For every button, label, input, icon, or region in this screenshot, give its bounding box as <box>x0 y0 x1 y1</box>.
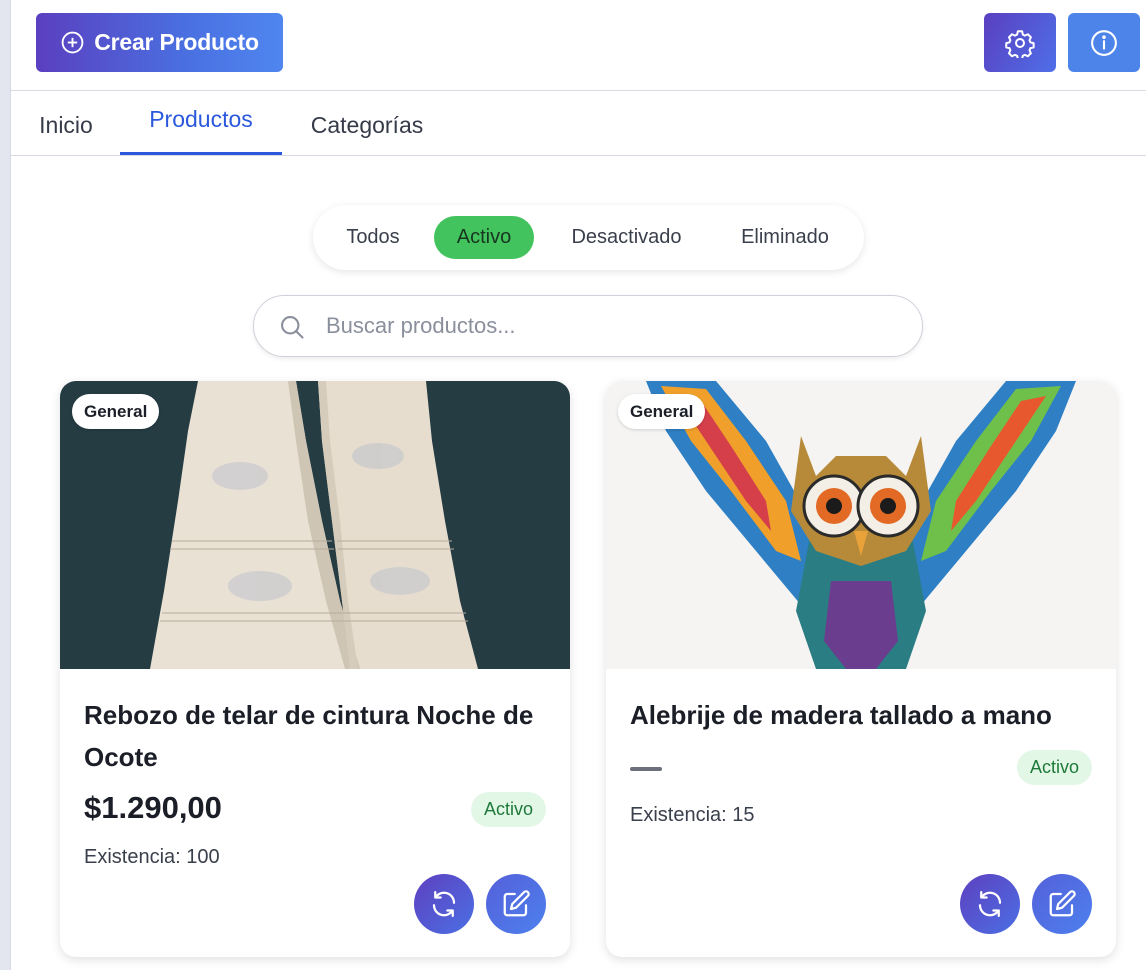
create-product-button[interactable]: Crear Producto <box>36 13 283 72</box>
category-badge: General <box>618 394 706 429</box>
refresh-icon <box>978 891 1002 917</box>
info-button[interactable] <box>1068 13 1140 72</box>
product-card: General Alebrije de madera tallado a man… <box>606 381 1116 957</box>
tab-productos[interactable]: Productos <box>120 92 282 155</box>
product-card: General Rebozo de telar de cintura Noche… <box>60 381 570 957</box>
refresh-icon <box>432 891 456 917</box>
tab-categorias[interactable]: Categorías <box>292 92 442 155</box>
product-price: $1.290,00 <box>84 790 222 825</box>
stock-label: Existencia: 100 <box>84 846 220 868</box>
top-bar: Crear Producto <box>11 0 1146 91</box>
filter-activo[interactable]: Activo <box>434 216 534 259</box>
app-page: Crear Producto Inicio Productos Categorí… <box>0 0 1146 970</box>
gear-icon <box>1005 29 1035 58</box>
category-badge: General <box>72 394 160 429</box>
create-product-label: Crear Producto <box>94 29 259 55</box>
status-badge: Activo <box>470 792 546 827</box>
price-placeholder-dash <box>630 767 662 771</box>
status-badge: Activo <box>1016 750 1092 785</box>
refresh-button[interactable] <box>414 874 474 934</box>
stock-label: Existencia: 15 <box>630 804 755 826</box>
tab-inicio[interactable]: Inicio <box>26 92 106 155</box>
filter-eliminado[interactable]: Eliminado <box>716 216 854 259</box>
search-input[interactable] <box>326 308 886 344</box>
refresh-button[interactable] <box>960 874 1020 934</box>
search-bar <box>253 295 923 357</box>
edit-icon <box>503 890 530 917</box>
plus-circle-icon <box>61 31 84 54</box>
product-name: Alebrije de madera tallado a mano <box>630 700 1052 730</box>
product-name: Rebozo de telar de cintura Noche de Ocot… <box>84 700 534 772</box>
settings-button[interactable] <box>984 13 1056 72</box>
edit-icon <box>1049 890 1076 917</box>
edit-button[interactable] <box>1032 874 1092 934</box>
status-filter-group: Todos Activo Desactivado Eliminado <box>313 205 864 270</box>
search-icon <box>281 316 304 339</box>
info-icon <box>1091 29 1117 56</box>
filter-todos[interactable]: Todos <box>328 216 418 259</box>
filter-desactivado[interactable]: Desactivado <box>549 216 704 259</box>
main-tabs: Inicio Productos Categorías <box>11 92 1146 156</box>
edit-button[interactable] <box>486 874 546 934</box>
left-rail <box>0 0 11 970</box>
